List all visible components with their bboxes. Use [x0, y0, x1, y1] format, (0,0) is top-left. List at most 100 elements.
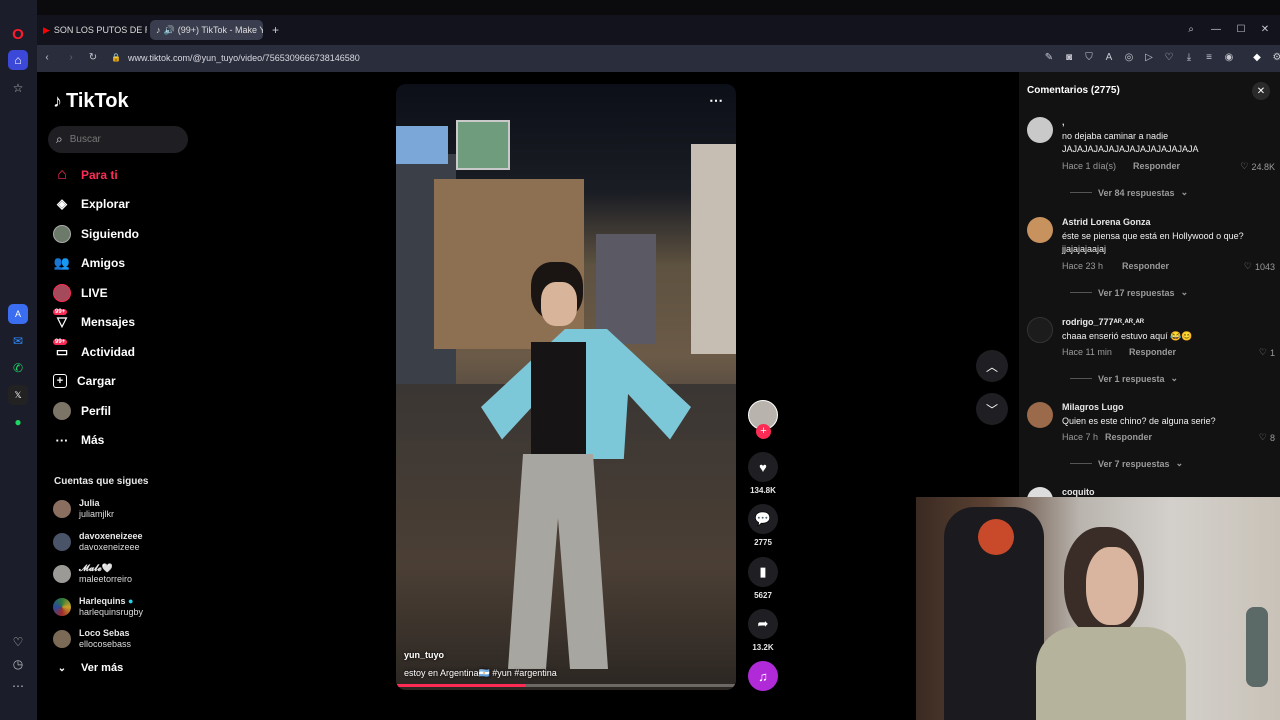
- url-field[interactable]: www.tiktok.com/@yun_tuyo/video/756530966…: [128, 53, 360, 63]
- nav-amigos[interactable]: 👥 Amigos: [53, 253, 125, 273]
- view-replies-label: Ver 1 respuesta: [1098, 373, 1165, 384]
- favorite-icon[interactable]: ♡: [1163, 52, 1175, 64]
- view-replies-button[interactable]: Ver 1 respuesta ⌄: [1070, 373, 1178, 384]
- chevron-down-icon: ⌄: [1180, 187, 1189, 197]
- star-icon[interactable]: ☆: [8, 78, 28, 98]
- save-button[interactable]: ▮ 5627: [748, 557, 778, 600]
- nav-mensajes[interactable]: ▽ 99+ Mensajes: [53, 309, 136, 332]
- speaker-icon[interactable]: 🔊: [164, 25, 175, 36]
- share-button[interactable]: ➦ 13.2K: [748, 609, 778, 652]
- close-window-icon[interactable]: ✕: [1259, 24, 1271, 36]
- messenger-icon[interactable]: ✉: [8, 331, 28, 351]
- nav-explorar[interactable]: ◈ Explorar: [53, 194, 130, 214]
- follow-plus-icon[interactable]: +: [756, 424, 771, 439]
- reply-button[interactable]: Responder: [1122, 261, 1169, 271]
- aria-toolbar-icon[interactable]: A: [1103, 52, 1115, 64]
- settings-icon[interactable]: ⚙: [1271, 52, 1280, 64]
- comment-user[interactable]: Astrid Lorena Gonza: [1062, 217, 1151, 227]
- next-video-button[interactable]: ﹀: [976, 393, 1008, 425]
- spotify-icon[interactable]: ●: [8, 412, 28, 432]
- lock-icon: 🔒: [111, 53, 121, 62]
- edit-icon[interactable]: ✎: [1043, 52, 1055, 64]
- following-section-title: Cuentas que sigues: [54, 476, 149, 487]
- shield-icon[interactable]: ⛉: [1083, 52, 1095, 64]
- author-avatar-button[interactable]: +: [748, 400, 778, 439]
- previous-video-button[interactable]: ︿: [976, 350, 1008, 382]
- download-icon[interactable]: ⤓: [1183, 52, 1195, 64]
- nav-actividad[interactable]: ▭ 99+ Actividad: [53, 339, 135, 362]
- nav-live[interactable]: LIVE: [53, 283, 108, 303]
- nav-label: Cargar: [77, 374, 116, 388]
- nav-siguiendo[interactable]: Siguiendo: [53, 224, 139, 244]
- following-account[interactable]: Loco Sebas ellocosebass: [53, 628, 131, 650]
- x-icon[interactable]: 𝕏: [8, 385, 28, 405]
- search-icon[interactable]: ⌕: [1185, 24, 1197, 36]
- following-account[interactable]: Julia juliamjlkr: [53, 498, 114, 520]
- reply-button[interactable]: Responder: [1133, 161, 1180, 171]
- view-replies-button[interactable]: Ver 84 respuestas ⌄: [1070, 187, 1188, 198]
- video-more-icon[interactable]: ⋯: [709, 92, 723, 109]
- nav-perfil[interactable]: Perfil: [53, 401, 111, 421]
- tab-tiktok[interactable]: ♪ 🔊 (99+) TikTok - Make Y:: [150, 20, 263, 40]
- tab-youtube[interactable]: ▶ SON LOS PUTOS DE RIBE:: [37, 20, 147, 40]
- search-input[interactable]: ⌕ Buscar: [48, 126, 188, 153]
- comment-button[interactable]: 💬 2775: [748, 504, 778, 547]
- comment-like-count: 8: [1269, 432, 1275, 443]
- vpn-icon[interactable]: ◎: [1123, 52, 1135, 64]
- comment-item: , no dejaba caminar a nadie JAJAJAJAJAJA…: [1027, 117, 1275, 202]
- following-account[interactable]: Harlequins ● harlequinsrugby: [53, 596, 143, 618]
- opera-logo-icon[interactable]: O: [8, 24, 28, 44]
- menu-icon[interactable]: ≡: [1203, 52, 1215, 64]
- following-account[interactable]: davoxeneizeee davoxeneizeee: [53, 531, 143, 553]
- view-replies-label: Ver 84 respuestas: [1098, 187, 1175, 198]
- close-comments-button[interactable]: ✕: [1252, 82, 1270, 100]
- comment-like-button[interactable]: ♡ 8: [1259, 432, 1275, 443]
- webcam-person-shirt: [1036, 627, 1186, 720]
- video-player[interactable]: ⋯ yun_tuyo estoy en Argentina🇦🇷 #yun #ar…: [396, 84, 736, 690]
- comment-user[interactable]: coquito: [1062, 487, 1095, 497]
- comment-user[interactable]: Milagros Lugo: [1062, 402, 1124, 412]
- avatar[interactable]: [1027, 117, 1053, 143]
- nav-label: Mensajes: [81, 315, 136, 329]
- comment-like-button[interactable]: ♡ 1: [1259, 347, 1275, 358]
- avatar[interactable]: [1027, 317, 1053, 343]
- reload-icon[interactable]: ↻: [87, 52, 99, 64]
- whatsapp-icon[interactable]: ✆: [8, 358, 28, 378]
- see-more-link[interactable]: ⌄ Ver más: [53, 658, 123, 678]
- history-icon[interactable]: ◷: [8, 654, 28, 674]
- avatar[interactable]: [1027, 217, 1053, 243]
- home-icon[interactable]: ⌂: [8, 50, 28, 70]
- view-replies-button[interactable]: Ver 7 respuestas ⌄: [1070, 458, 1183, 469]
- video-progress-track[interactable]: [396, 684, 736, 687]
- nav-mas[interactable]: ··· Más: [53, 430, 105, 450]
- heart-icon[interactable]: ♡: [8, 632, 28, 652]
- forward-icon[interactable]: ›: [65, 52, 77, 64]
- profile-icon[interactable]: ◉: [1223, 52, 1235, 64]
- following-account[interactable]: 𝓜𝓪𝓵𝓮🤍 maleetorreiro: [53, 563, 132, 585]
- tiktok-logo[interactable]: ♪ TikTok: [53, 90, 129, 113]
- more-icon[interactable]: ⋯: [8, 676, 28, 696]
- avatar[interactable]: [1027, 402, 1053, 428]
- comment-user[interactable]: rodrigo_777ᴬᴿ.ᴬᴿ.ᴬᴿ: [1062, 317, 1144, 327]
- sound-button[interactable]: ♫: [748, 661, 778, 691]
- view-replies-button[interactable]: Ver 17 respuestas ⌄: [1070, 287, 1188, 298]
- minimize-icon[interactable]: —: [1210, 24, 1222, 36]
- comment-user[interactable]: ,: [1062, 117, 1065, 127]
- extension-icon[interactable]: ◆: [1251, 52, 1263, 64]
- nav-cargar[interactable]: + Cargar: [53, 371, 116, 391]
- nav-para-ti[interactable]: ⌂ Para ti: [53, 165, 118, 185]
- new-tab-button[interactable]: +: [268, 20, 284, 40]
- camera-icon[interactable]: ◙: [1063, 52, 1075, 64]
- back-icon[interactable]: ‹: [41, 52, 53, 64]
- comment-like-button[interactable]: ♡ 24.8K: [1240, 161, 1275, 172]
- maximize-icon[interactable]: ☐: [1235, 24, 1247, 36]
- play-icon[interactable]: ▷: [1143, 52, 1155, 64]
- reply-button[interactable]: Responder: [1105, 432, 1152, 442]
- video-author[interactable]: yun_tuyo: [404, 650, 444, 660]
- like-count: 134.8K: [750, 486, 776, 495]
- messages-icon: ▽ 99+: [53, 309, 68, 329]
- reply-button[interactable]: Responder: [1129, 347, 1176, 357]
- like-button[interactable]: ♥ 134.8K: [748, 452, 778, 495]
- comment-like-button[interactable]: ♡ 1043: [1244, 261, 1275, 272]
- aria-icon[interactable]: A: [8, 304, 28, 324]
